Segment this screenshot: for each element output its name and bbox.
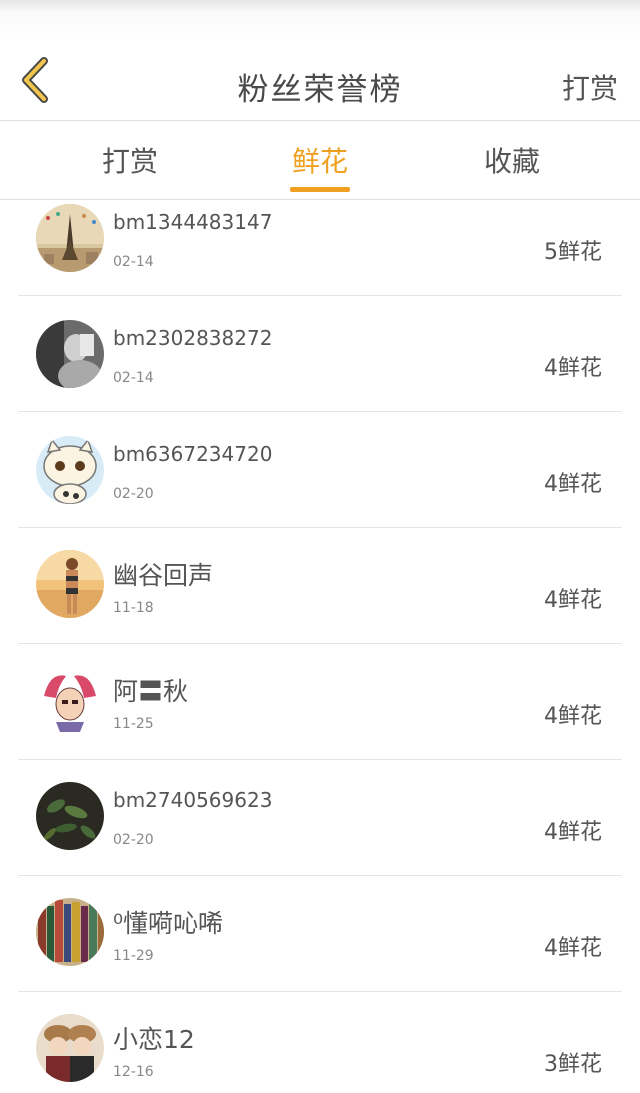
list-item[interactable]: 小恋12 12-16 3鲜花 [0,992,640,1093]
anime-character-image [36,666,104,734]
flower-count: 3鲜花 [544,1052,602,1077]
list-item[interactable]: 阿〓秋 11-25 4鲜花 [0,644,640,760]
fan-name: bm2740569623 [113,788,273,812]
cartoon-cat-image [36,436,104,504]
avatar [36,204,104,272]
tab-bar: 打赏 鲜花 收藏 [0,121,640,199]
fan-date: 02-20 [113,486,154,502]
status-bar [0,0,640,42]
nav-bar: 粉丝荣誉榜 打赏 [0,42,640,120]
woman-photo-image [36,320,104,388]
tab-favorites[interactable]: 收藏 [442,121,582,199]
avatar [36,1014,104,1082]
two-girls-image [36,1014,104,1082]
flower-count: 4鲜花 [544,472,602,497]
fan-date: 11-18 [113,600,154,616]
avatar [36,782,104,850]
page-title: 粉丝荣誉榜 [237,72,403,108]
flower-count: 4鲜花 [544,704,602,729]
fan-name: 小恋12 [113,1025,195,1054]
fan-name: 阿〓秋 [113,677,189,706]
list-item[interactable]: 幽谷回声 11-18 4鲜花 [0,528,640,644]
tab-reward[interactable]: 打赏 [60,121,200,199]
list-item[interactable]: bm2740569623 02-20 4鲜花 [0,760,640,876]
active-tab-indicator [290,187,350,192]
fan-date: 11-25 [113,716,154,732]
fan-name: bm2302838272 [113,326,273,350]
flower-count: 4鲜花 [544,588,602,613]
bookshelf-image [36,898,104,966]
reward-action-button[interactable]: 打赏 [562,67,618,107]
chevron-left-icon [22,57,48,103]
beach-woman-image [36,550,104,618]
back-button[interactable] [12,54,58,106]
fan-date: 02-14 [113,254,154,270]
avatar [36,436,104,504]
flower-count: 4鲜花 [544,820,602,845]
list-item[interactable]: bm2302838272 02-14 4鲜花 [0,296,640,412]
avatar [36,320,104,388]
fan-name: 幽谷回声 [113,561,214,590]
fan-ranking-list[interactable]: bm1344483147 02-14 5鲜花 bm2302838272 02-1… [0,200,640,1093]
list-item[interactable]: bm1344483147 02-14 5鲜花 [0,200,640,296]
green-leaves-image [36,782,104,850]
fan-date: 02-20 [113,832,154,848]
list-item[interactable]: bm6367234720 02-20 4鲜花 [0,412,640,528]
flower-count: 4鲜花 [544,936,602,961]
avatar [36,666,104,734]
fan-name: bm6367234720 [113,442,273,466]
avatar [36,898,104,966]
avatar [36,550,104,618]
flower-count: 4鲜花 [544,356,602,381]
fan-date: 12-16 [113,1064,154,1080]
eiffel-tower-image [36,204,104,272]
fan-name: bm1344483147 [113,210,273,234]
fan-name: ⁰懂嗬吣唏 [113,909,224,938]
list-item[interactable]: ⁰懂嗬吣唏 11-29 4鲜花 [0,876,640,992]
flower-count: 5鲜花 [544,240,602,265]
fan-date: 11-29 [113,948,154,964]
fan-date: 02-14 [113,370,154,386]
